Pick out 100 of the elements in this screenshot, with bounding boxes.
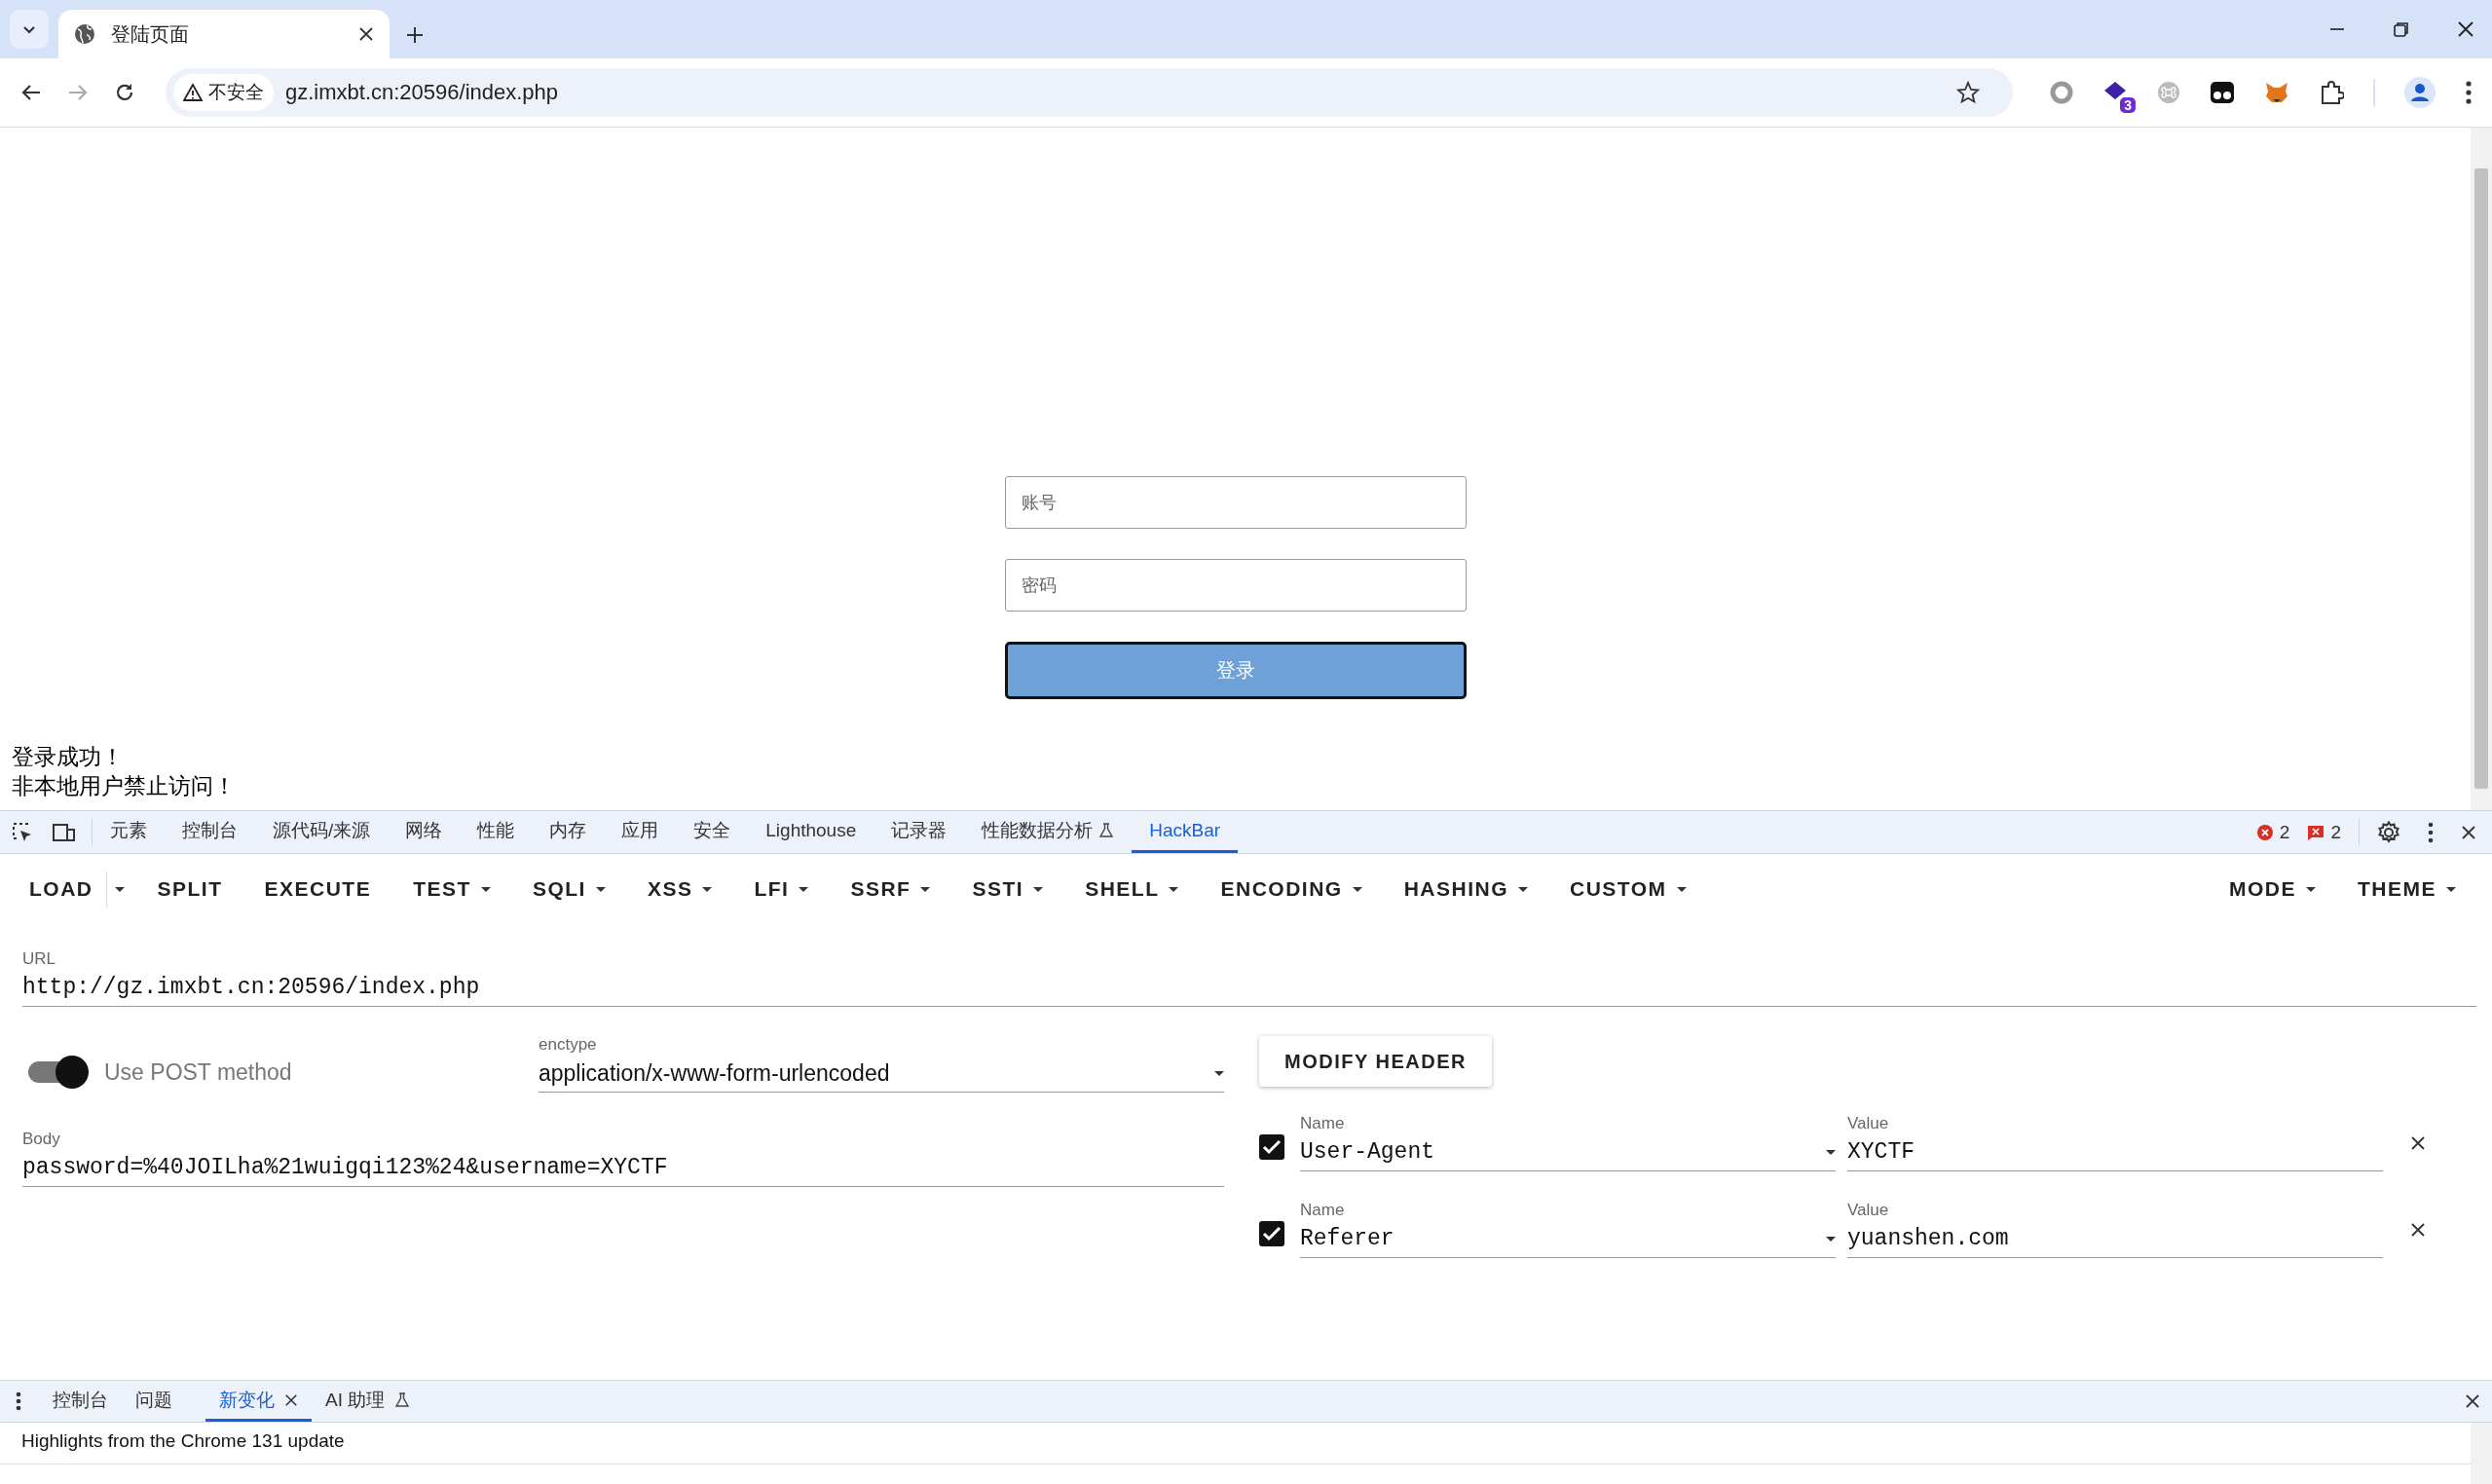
drawer-tab[interactable]: 控制台 bbox=[39, 1381, 122, 1422]
flask-icon bbox=[1098, 823, 1115, 838]
caret-icon bbox=[595, 886, 606, 892]
devtools-tab[interactable]: Lighthouse bbox=[748, 811, 874, 853]
scrollbar[interactable] bbox=[2471, 1423, 2492, 1484]
field-label: URL bbox=[22, 949, 56, 969]
devtools-tab[interactable]: 安全 bbox=[676, 811, 749, 853]
devtools-tab[interactable]: 控制台 bbox=[165, 811, 255, 853]
fox-icon[interactable] bbox=[2264, 80, 2289, 105]
field-label: enctype bbox=[539, 1035, 598, 1055]
browser-tab[interactable]: 登陆页面 bbox=[58, 10, 390, 58]
checkbox[interactable] bbox=[1259, 1133, 1284, 1160]
menu-button[interactable]: SSTI bbox=[956, 868, 1060, 910]
field-label: Value bbox=[1847, 1201, 1890, 1220]
status-message: 登录成功！ bbox=[12, 743, 125, 771]
menu-button[interactable]: SHELL bbox=[1069, 868, 1195, 910]
close-icon[interactable] bbox=[2457, 20, 2474, 38]
menu-button[interactable]: HASHING bbox=[1388, 868, 1544, 910]
close-icon[interactable] bbox=[2410, 1134, 2426, 1151]
glasses-icon[interactable] bbox=[2210, 80, 2235, 105]
url-field[interactable]: http://gz.imxbt.cn:20596/index.php bbox=[22, 969, 2476, 1007]
plus-icon[interactable] bbox=[405, 25, 425, 45]
body-field[interactable]: password=%40JOILha%21wuigqi123%24&username=XYCTF bbox=[22, 1149, 1224, 1187]
enctype-select[interactable]: application/x-www-form-urlencoded bbox=[539, 1055, 1224, 1093]
inspect-icon[interactable] bbox=[12, 821, 33, 843]
menu-button[interactable]: MODE bbox=[2213, 868, 2331, 910]
toggle-label: Use POST method bbox=[104, 1058, 292, 1086]
menu-button[interactable]: SQLI bbox=[516, 868, 621, 910]
header-name-select[interactable]: Referer bbox=[1300, 1220, 1836, 1258]
error-icon bbox=[2255, 823, 2274, 841]
device-icon[interactable] bbox=[53, 821, 76, 843]
close-icon[interactable] bbox=[2410, 1221, 2426, 1238]
devtools-tab[interactable]: 网络 bbox=[388, 811, 461, 853]
profile-icon[interactable] bbox=[2404, 77, 2436, 108]
address-bar[interactable]: 不安全 gz.imxbt.cn:20596/index.php bbox=[166, 68, 2013, 117]
close-icon[interactable] bbox=[2465, 1393, 2480, 1409]
close-icon[interactable] bbox=[2461, 824, 2476, 840]
menu-button[interactable]: SPLIT bbox=[141, 868, 239, 910]
caret-icon bbox=[1169, 886, 1179, 892]
ring-icon[interactable] bbox=[2050, 81, 2073, 104]
devtools-tab[interactable]: 性能数据分析 bbox=[964, 811, 1133, 853]
scrollbar[interactable] bbox=[2471, 128, 2492, 810]
settings-icon[interactable] bbox=[2377, 820, 2400, 844]
devtools-tab[interactable]: 元素 bbox=[93, 811, 165, 853]
url-text: gz.imxbt.cn:20596/index.php bbox=[285, 80, 560, 105]
checkbox[interactable] bbox=[1259, 1220, 1284, 1246]
more-icon[interactable] bbox=[2428, 821, 2434, 843]
caret-icon bbox=[1826, 1236, 1836, 1242]
extension-badge: 3 bbox=[2120, 97, 2136, 113]
menu-button[interactable]: TEST bbox=[397, 868, 506, 910]
security-label: 不安全 bbox=[208, 81, 264, 104]
caret-icon bbox=[2306, 886, 2316, 892]
close-icon[interactable] bbox=[358, 26, 374, 42]
tab-title: 登陆页面 bbox=[111, 21, 190, 47]
close-icon[interactable] bbox=[284, 1392, 298, 1407]
caret-icon bbox=[799, 886, 809, 892]
modify-header-button[interactable]: MODIFY HEADER bbox=[1259, 1036, 1492, 1087]
restore-icon[interactable] bbox=[2393, 20, 2410, 38]
field-label: Value bbox=[1847, 1114, 1890, 1133]
star-icon[interactable] bbox=[1956, 81, 1980, 104]
more-icon[interactable] bbox=[2465, 80, 2473, 105]
header-name-select[interactable]: User-Agent bbox=[1300, 1133, 1836, 1171]
caret-icon bbox=[1676, 886, 1687, 892]
drawer-tab[interactable]: 问题 bbox=[122, 1381, 186, 1422]
warning-icon bbox=[183, 83, 203, 102]
devtools-tab[interactable]: 应用 bbox=[604, 811, 677, 853]
menu-button[interactable]: SSRF bbox=[835, 868, 947, 910]
devtools-tab[interactable]: 内存 bbox=[532, 811, 605, 853]
flask-icon bbox=[394, 1391, 411, 1408]
puzzle-icon[interactable] bbox=[2319, 80, 2344, 105]
header-value-field[interactable]: yuanshen.com bbox=[1847, 1220, 2383, 1258]
devtools-tab[interactable]: 性能 bbox=[460, 811, 533, 853]
error-count: 2 bbox=[2279, 821, 2290, 843]
caret-icon bbox=[1214, 1070, 1224, 1076]
header-value-field[interactable]: XYCTF bbox=[1847, 1133, 2383, 1171]
caret-icon bbox=[1033, 886, 1044, 892]
devtools-tab[interactable]: 记录器 bbox=[874, 811, 965, 853]
more-icon[interactable] bbox=[16, 1391, 21, 1411]
update-heading: Highlights from the Chrome 131 update bbox=[21, 1430, 345, 1451]
drawer-tab[interactable]: AI 助理 bbox=[312, 1381, 425, 1422]
caret-icon bbox=[1518, 886, 1528, 892]
caret-icon bbox=[1352, 886, 1362, 892]
field-label: Name bbox=[1300, 1114, 1346, 1133]
menu-button[interactable]: EXECUTE bbox=[248, 868, 388, 910]
caret-icon bbox=[702, 886, 713, 892]
devtools-tab[interactable]: 源代码/来源 bbox=[255, 811, 389, 853]
menu-button[interactable]: CUSTOM bbox=[1554, 868, 1702, 910]
globe-icon bbox=[74, 23, 95, 45]
menu-button[interactable]: LFI bbox=[738, 868, 825, 910]
menu-button[interactable]: LOAD bbox=[14, 868, 109, 910]
menu-button[interactable]: THEME bbox=[2342, 868, 2472, 910]
username-field[interactable]: 账号 bbox=[1004, 476, 1467, 529]
security-chip[interactable]: 不安全 bbox=[173, 74, 274, 111]
warning-count: 2 bbox=[2330, 821, 2341, 843]
drawer-tab[interactable]: 新变化 bbox=[205, 1381, 312, 1422]
devtools-tab[interactable]: HackBar bbox=[1132, 811, 1239, 853]
password-field[interactable]: 密码 bbox=[1004, 559, 1467, 612]
menu-button[interactable]: ENCODING bbox=[1205, 868, 1378, 910]
checkmark-icon bbox=[1262, 1225, 1282, 1242]
menu-button[interactable]: XSS bbox=[631, 868, 728, 910]
